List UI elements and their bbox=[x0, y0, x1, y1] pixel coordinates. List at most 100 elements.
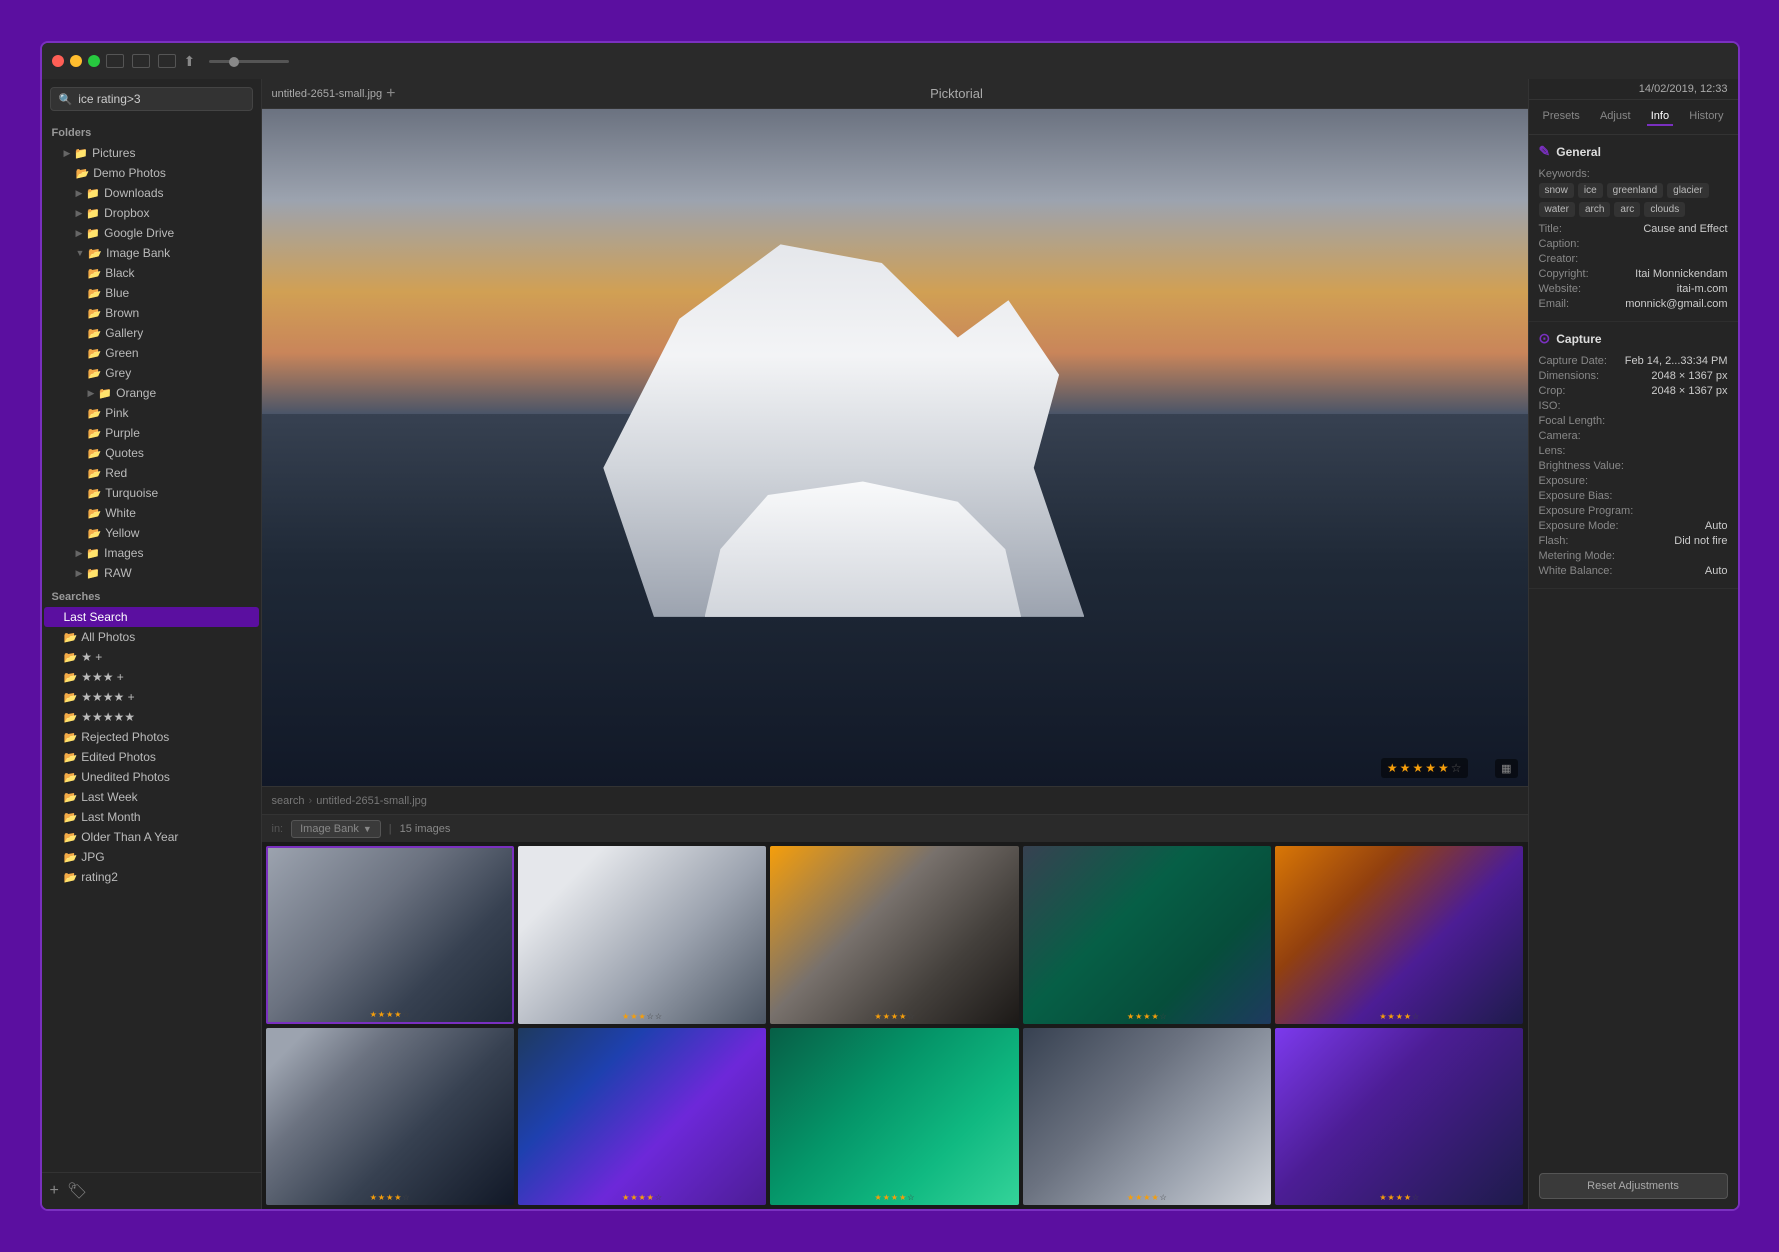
view-toggle-icon[interactable] bbox=[132, 54, 150, 68]
star-5[interactable]: ★ bbox=[1438, 761, 1449, 775]
thumbnail-item[interactable]: ★★★★☆ bbox=[266, 846, 514, 1023]
sidebar-item-unedited[interactable]: 📂 Unedited Photos bbox=[44, 767, 259, 787]
star-2[interactable]: ★ bbox=[1400, 761, 1411, 775]
sidebar-item-image-bank[interactable]: ▼ 📂 Image Bank bbox=[44, 243, 259, 263]
thumbnail-item[interactable]: ★★★★☆ bbox=[770, 846, 1018, 1023]
sidebar-item-label: ★★★★★ bbox=[81, 710, 135, 724]
zoom-slider[interactable] bbox=[209, 60, 289, 63]
search-box[interactable]: 🔍 ice rating>3 bbox=[50, 87, 253, 111]
sidebar-item-pictures[interactable]: ▶ 📁 Pictures bbox=[44, 143, 259, 163]
keyword-greenland: greenland bbox=[1607, 183, 1663, 198]
thumbnail-item[interactable]: ★★★★☆ bbox=[1023, 846, 1271, 1023]
star-1[interactable]: ★ bbox=[1387, 761, 1398, 775]
breadcrumb: search › untitled-2651-small.jpg bbox=[262, 786, 1528, 814]
sidebar-item-label: Green bbox=[105, 346, 138, 360]
sidebar-item-yellow[interactable]: 📂 Yellow bbox=[44, 523, 259, 543]
share-icon[interactable]: ⬆ bbox=[184, 53, 196, 70]
folder-open-icon: 📂 bbox=[88, 247, 102, 260]
sidebar-item-pink[interactable]: 📂 Pink bbox=[44, 403, 259, 423]
lens-row: Lens: bbox=[1539, 445, 1728, 457]
thumb-img bbox=[1023, 1028, 1271, 1205]
thumbnail-item[interactable]: ★★★★☆ bbox=[1275, 1028, 1523, 1205]
sidebar-item-last-search[interactable]: Last Search bbox=[44, 607, 259, 627]
tab-presets[interactable]: Presets bbox=[1539, 108, 1584, 126]
sidebar-item-rating2[interactable]: 📂 rating2 bbox=[44, 867, 259, 887]
app-title: Picktorial bbox=[396, 86, 1518, 101]
sidebar-item-black[interactable]: 📂 Black bbox=[44, 263, 259, 283]
thumb-img bbox=[1275, 1028, 1523, 1205]
sidebar-item-purple[interactable]: 📂 Purple bbox=[44, 423, 259, 443]
sidebar-item-label: rating2 bbox=[81, 870, 118, 884]
thumbnail-item[interactable]: ★★★★☆ bbox=[770, 1028, 1018, 1205]
tab-adjust[interactable]: Adjust bbox=[1596, 108, 1635, 126]
add-tab-button[interactable]: + bbox=[386, 85, 395, 103]
sidebar-item-label: ★ + bbox=[81, 650, 102, 664]
sidebar-item-label: Rejected Photos bbox=[81, 730, 169, 744]
sidebar-item-jpg[interactable]: 📂 JPG bbox=[44, 847, 259, 867]
sidebar-item-last-month[interactable]: 📂 Last Month bbox=[44, 807, 259, 827]
star-4[interactable]: ★ bbox=[1425, 761, 1436, 775]
sidebar-item-grey[interactable]: 📂 Grey bbox=[44, 363, 259, 383]
sidebar-item-downloads[interactable]: ▶ 📁 Downloads bbox=[44, 183, 259, 203]
reset-adjustments-button[interactable]: Reset Adjustments bbox=[1539, 1173, 1728, 1199]
app-container: ⬆ 🔍 ice rating>3 Folders ▶ 📁 Pictures 📂 bbox=[40, 41, 1740, 1211]
star-3[interactable]: ★ bbox=[1412, 761, 1423, 775]
thumbnail-item[interactable]: ★★★☆☆ bbox=[518, 846, 766, 1023]
tab-info[interactable]: Info bbox=[1647, 108, 1673, 126]
sidebar-item-blue[interactable]: 📂 Blue bbox=[44, 283, 259, 303]
sidebar-item-3star[interactable]: 📂 ★★★ + bbox=[44, 667, 259, 687]
sidebar-item-older-year[interactable]: 📂 Older Than A Year bbox=[44, 827, 259, 847]
sidebar-item-orange[interactable]: ▶ 📁 Orange bbox=[44, 383, 259, 403]
sidebar-item-2star[interactable]: 📂 ★ + bbox=[44, 647, 259, 667]
tag-button[interactable]: 🏷 bbox=[67, 1181, 87, 1201]
sidebar-item-green[interactable]: 📂 Green bbox=[44, 343, 259, 363]
sidebar-item-rejected[interactable]: 📂 Rejected Photos bbox=[44, 727, 259, 747]
main-photo-canvas[interactable] bbox=[262, 109, 1528, 786]
sidebar-item-last-week[interactable]: 📂 Last Week bbox=[44, 787, 259, 807]
thumb-rating: ★★★★☆ bbox=[1127, 1012, 1167, 1021]
panel-toggle-icon[interactable] bbox=[158, 54, 176, 68]
slider-thumb[interactable] bbox=[229, 57, 239, 67]
sidebar-item-label: Yellow bbox=[105, 526, 139, 540]
chevron-right-icon: ▶ bbox=[76, 188, 83, 199]
folder-icon: 📂 bbox=[64, 851, 78, 864]
sidebar-item-demo-photos[interactable]: 📂 Demo Photos bbox=[44, 163, 259, 183]
sidebar-item-quotes[interactable]: 📂 Quotes bbox=[44, 443, 259, 463]
thumb-img bbox=[1275, 846, 1523, 1023]
tab-filename[interactable]: untitled-2651-small.jpg bbox=[272, 88, 383, 100]
sidebar-item-edited[interactable]: 📂 Edited Photos bbox=[44, 747, 259, 767]
sidebar-toggle-icon[interactable] bbox=[106, 54, 124, 68]
sidebar-item-all-photos[interactable]: 📂 All Photos bbox=[44, 627, 259, 647]
thumbnail-item[interactable]: ★★★★☆ bbox=[1023, 1028, 1271, 1205]
thumb-img bbox=[268, 848, 512, 1021]
sidebar-item-red[interactable]: 📂 Red bbox=[44, 463, 259, 483]
thumbnail-item[interactable]: ★★★★☆ bbox=[1275, 846, 1523, 1023]
close-button[interactable] bbox=[52, 55, 64, 67]
minimize-button[interactable] bbox=[70, 55, 82, 67]
search-input[interactable]: ice rating>3 bbox=[78, 92, 140, 106]
thumbnail-item[interactable]: ★★★★☆ bbox=[266, 1028, 514, 1205]
sidebar-item-white[interactable]: 📂 White bbox=[44, 503, 259, 523]
sidebar-item-dropbox[interactable]: ▶ 📁 Dropbox bbox=[44, 203, 259, 223]
sidebar-item-5star[interactable]: 📂 ★★★★★ bbox=[44, 707, 259, 727]
thumbnail-item[interactable]: ★★★★☆ bbox=[518, 1028, 766, 1205]
maximize-button[interactable] bbox=[88, 55, 100, 67]
sidebar-item-4star[interactable]: 📂 ★★★★ + bbox=[44, 687, 259, 707]
star-6[interactable]: ☆ bbox=[1451, 761, 1462, 775]
sidebar-item-turquoise[interactable]: 📂 Turquoise bbox=[44, 483, 259, 503]
folder-icon: 📂 bbox=[76, 167, 90, 180]
sidebar-item-gallery[interactable]: 📂 Gallery bbox=[44, 323, 259, 343]
thumb-rating: ★★★★☆ bbox=[622, 1193, 662, 1202]
add-folder-button[interactable]: + bbox=[50, 1181, 59, 1201]
sidebar-item-raw[interactable]: ▶ 📁 RAW bbox=[44, 563, 259, 583]
sidebar-item-brown[interactable]: 📂 Brown bbox=[44, 303, 259, 323]
location-badge[interactable]: Image Bank ▼ bbox=[291, 820, 381, 838]
photo-action-button[interactable]: ▦ bbox=[1495, 759, 1517, 778]
thumb-rating: ★★★★☆ bbox=[875, 1193, 915, 1202]
tab-history[interactable]: History bbox=[1685, 108, 1727, 126]
sidebar-item-images[interactable]: ▶ 📁 Images bbox=[44, 543, 259, 563]
folder-icon: 📂 bbox=[64, 651, 78, 664]
sidebar-item-google-drive[interactable]: ▶ 📁 Google Drive bbox=[44, 223, 259, 243]
sidebar-item-label: Google Drive bbox=[104, 226, 174, 240]
searches-section-title: Searches bbox=[42, 583, 261, 607]
